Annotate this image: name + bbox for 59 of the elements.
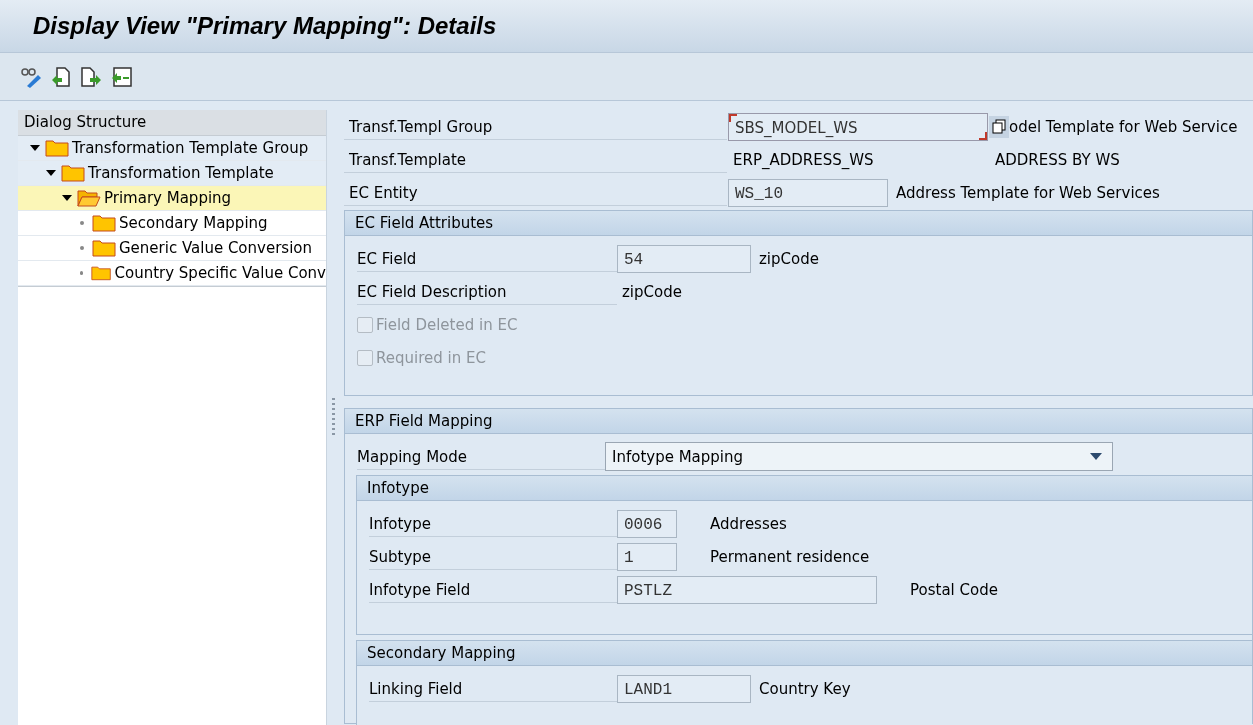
folder-icon: [91, 264, 112, 282]
checkbox-label: Required in EC: [376, 348, 486, 367]
folder-icon: [92, 239, 116, 257]
field-description: Address Template for Web Services: [896, 183, 1160, 202]
glasses-pencil-icon[interactable]: [20, 65, 42, 88]
tree-item[interactable]: Country Specific Value Conv: [18, 261, 326, 286]
input-field[interactable]: 1: [617, 542, 677, 571]
bullet-icon: [80, 271, 84, 275]
input-field[interactable]: WS_10: [728, 178, 888, 207]
open-folder-icon: [77, 189, 101, 207]
folder-icon: [45, 139, 69, 157]
tree-item[interactable]: Generic Value Conversion: [18, 236, 326, 261]
field-label: EC Field: [357, 245, 617, 272]
window-title: Display View "Primary Mapping": Details: [33, 12, 497, 40]
input-field[interactable]: 54: [617, 244, 751, 273]
tree-item[interactable]: Secondary Mapping: [18, 211, 326, 236]
group-title: Infotype: [357, 476, 1252, 501]
field-value: zipCode: [621, 282, 682, 301]
dropdown-caret-icon[interactable]: [1090, 453, 1102, 460]
dropdown[interactable]: Infotype Mapping: [605, 442, 1113, 471]
field-label: EC Field Description: [357, 278, 617, 305]
field-label: EC Entity: [344, 179, 727, 206]
checkbox-label: Field Deleted in EC: [376, 315, 518, 334]
group-title: ERP Field Mapping: [345, 409, 1252, 434]
field-description: odel Template for Web Service: [1009, 117, 1238, 136]
field-label: Transf.Template: [344, 146, 727, 173]
expand-arrow-icon[interactable]: [30, 144, 40, 152]
field-description: Addresses: [710, 514, 787, 533]
page-left-arrow-icon[interactable]: [51, 65, 71, 88]
expand-arrow-icon[interactable]: [62, 194, 72, 202]
input-field[interactable]: 0006: [617, 509, 677, 538]
expand-arrow-icon[interactable]: [46, 169, 56, 177]
field-value: ERP_ADDRESS_WS: [732, 150, 875, 169]
input-field[interactable]: LAND1: [617, 674, 751, 703]
panel-header: Dialog Structure: [18, 110, 326, 136]
field-label: Infotype Field: [369, 576, 617, 603]
field-label: Mapping Mode: [357, 443, 605, 470]
copy-icon[interactable]: [989, 115, 1009, 138]
field-description: Country Key: [759, 679, 851, 698]
tree-item[interactable]: Primary Mapping: [18, 186, 326, 211]
input-field[interactable]: PSTLZ: [617, 575, 877, 604]
splitter-handle[interactable]: [331, 397, 335, 438]
field-label: Linking Field: [369, 675, 617, 702]
page-right-arrow-icon[interactable]: [80, 65, 102, 88]
folder-icon: [61, 164, 85, 182]
group-title: Secondary Mapping: [357, 641, 1252, 666]
field-label: Subtype: [369, 543, 617, 570]
input-field[interactable]: SBS_MODEL_WS: [728, 112, 988, 141]
bullet-icon: [80, 221, 84, 225]
field-description: ADDRESS BY WS: [995, 150, 1120, 169]
field-description: zipCode: [759, 249, 819, 268]
field-description: Postal Code: [910, 580, 998, 599]
tree-item[interactable]: Transformation Template Group: [18, 136, 326, 161]
field-description: Permanent residence: [710, 547, 870, 566]
group-title: EC Field Attributes: [345, 211, 1252, 236]
tree-item[interactable]: Transformation Template: [18, 161, 326, 186]
bullet-icon: [80, 246, 84, 250]
field-label: Infotype: [369, 510, 617, 537]
folder-icon: [92, 214, 116, 232]
